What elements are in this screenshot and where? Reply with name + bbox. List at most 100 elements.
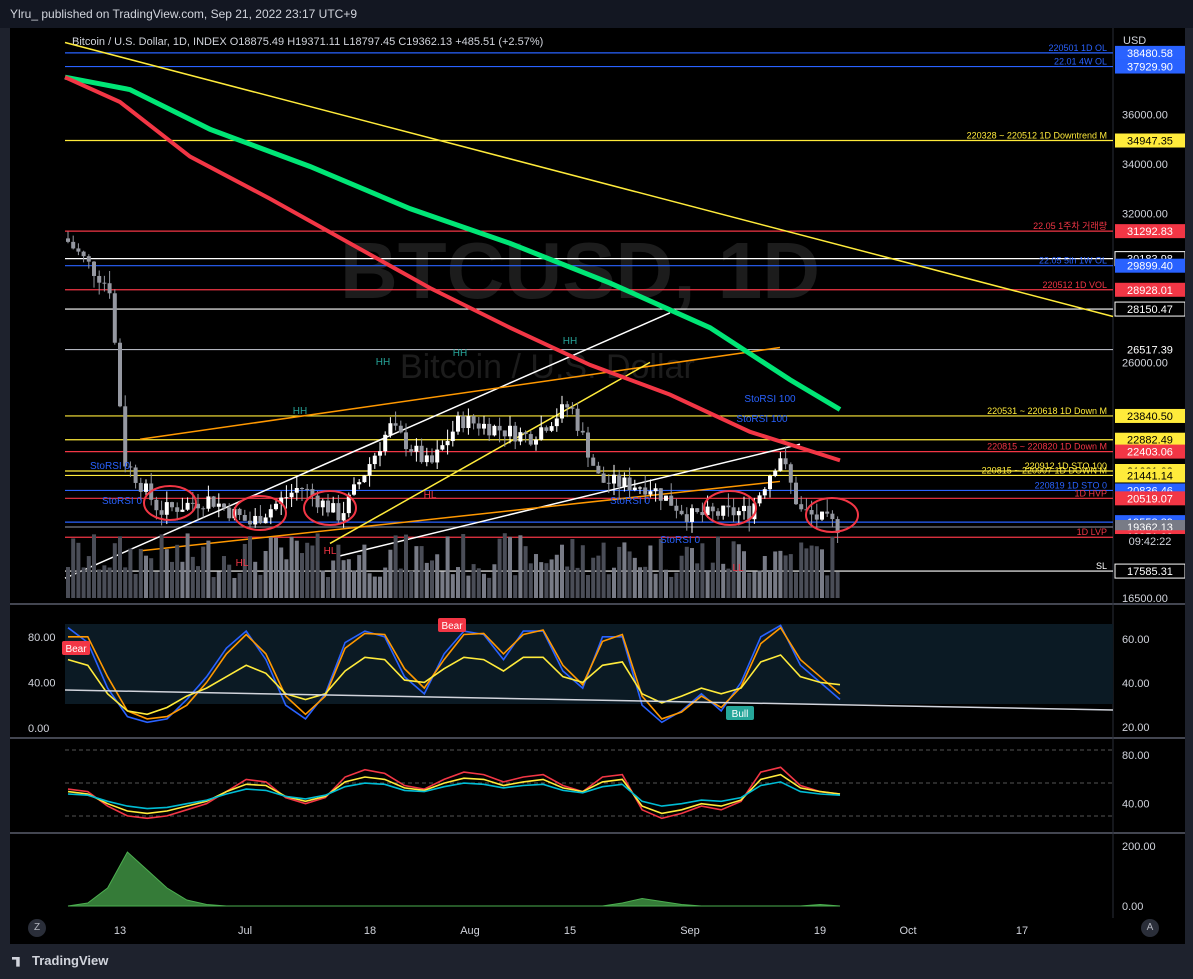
candle-body (268, 509, 273, 518)
currency-label: USD (1123, 35, 1146, 47)
volume-bar (684, 546, 689, 598)
volume-bar (346, 559, 351, 598)
volume-bar (227, 564, 232, 598)
oscillator-panel[interactable]: 80.00 40.00 (65, 749, 1150, 820)
auto-scale-button[interactable]: A (1141, 919, 1159, 937)
candle-body (315, 495, 320, 508)
price-tag-value: 28928.01 (1127, 285, 1173, 297)
candle-body (664, 495, 668, 501)
price-line-label: 1D LVP (1077, 527, 1107, 537)
volume-bar (326, 577, 330, 598)
price-panel[interactable]: 36000.00 34000.00 32000.00 26000.00 16500.00… (64, 41, 1186, 605)
volume-bar (367, 573, 372, 598)
volume-bar (762, 556, 767, 598)
candle-body (762, 489, 767, 496)
candle-body (300, 487, 304, 489)
volume-bar (825, 575, 830, 598)
publish-line: Ylru_ published on TradingView.com, Sep … (10, 7, 358, 21)
volume-bar (502, 533, 507, 598)
volume-bar (305, 542, 310, 598)
signal-label: Bear (441, 621, 463, 632)
candle-body (580, 430, 585, 433)
volume-bar (788, 554, 793, 598)
volume-bar (627, 551, 632, 598)
chart-annotation: HH (293, 406, 307, 417)
volume-bar (393, 535, 398, 598)
volume-bar (648, 545, 653, 598)
stoch-rsi-panel[interactable]: 80.00 40.00 0.00 60.00 40.00 20.00 Bear Bear Bul… (28, 618, 1150, 735)
volume-bar (409, 570, 414, 598)
candle-body (118, 342, 122, 407)
volume-oscillator-panel[interactable]: 200.00 0.00 (67, 841, 1156, 913)
volume-bar (201, 546, 206, 598)
candle-body (669, 495, 674, 506)
volume-bar (596, 555, 601, 598)
candle-body (138, 482, 143, 492)
volume-bar (476, 568, 481, 598)
volume-bar (492, 564, 497, 598)
volume-bar (606, 574, 611, 598)
chart-annotation: HL (324, 546, 337, 557)
volume-bar (783, 555, 788, 598)
candle-body (144, 483, 148, 492)
candle-body (206, 496, 211, 509)
candle-body (742, 505, 746, 512)
tradingview-logo[interactable]: TradingView (12, 953, 108, 968)
volume-bar (154, 572, 159, 598)
volume-bar (66, 567, 70, 598)
candle-body (133, 467, 138, 483)
candle-body (606, 482, 611, 484)
candle-body (799, 504, 804, 510)
volume-bar (612, 567, 616, 598)
price-line-label: 1D HVP (1074, 488, 1107, 498)
volume-bar (773, 551, 778, 598)
chart-frame[interactable]: BTCUSD, 1D Bitcoin / U.S. Dollar Bitcoin… (10, 28, 1186, 944)
candle-body (97, 275, 102, 283)
candle-body (783, 458, 788, 465)
volume-bar (133, 573, 138, 598)
volume-bar (705, 570, 710, 598)
candle-body (549, 426, 554, 431)
volume-bar (768, 570, 772, 598)
volume-bar (378, 576, 382, 598)
volume-bar (554, 554, 559, 598)
volume-bar (86, 556, 91, 598)
candle-body (450, 431, 455, 442)
volume-bar (513, 575, 518, 598)
volume-bar (263, 550, 268, 598)
chart-canvas[interactable]: BTCUSD, 1D Bitcoin / U.S. Dollar Bitcoin… (10, 28, 1186, 944)
volume-bar (398, 568, 403, 598)
price-line-label: 220815 ~ 220907 1D DOWN M (982, 465, 1107, 475)
candle-body (414, 445, 419, 452)
volume-bar (190, 556, 195, 598)
candle-body (788, 464, 793, 483)
candle-body (513, 425, 518, 442)
volume-bar (643, 566, 648, 598)
zoom-button[interactable]: Z (28, 919, 46, 937)
candle-body (497, 425, 502, 431)
symbol-legend: Bitcoin / U.S. Dollar, 1D, INDEX O18875.… (72, 36, 543, 48)
volume-bar (196, 566, 200, 598)
tradingview-mark-icon (12, 956, 20, 967)
candle-body (679, 510, 684, 515)
candle-body (107, 283, 112, 294)
volume-bar (669, 576, 674, 598)
candle-body (86, 256, 91, 262)
time-axis[interactable]: 13 Jul 18 Aug 15 Sep 19 Oct 17 (114, 925, 1028, 937)
candle-body (341, 513, 346, 521)
signal-label: Bear (65, 644, 87, 655)
volume-bar (310, 545, 315, 598)
candle-body (336, 503, 341, 521)
candle-body (591, 457, 596, 466)
chart-annotation: LL (732, 563, 744, 574)
candle-body (284, 497, 289, 499)
volume-bar (76, 542, 81, 598)
price-tag-value: 17585.31 (1127, 566, 1173, 578)
zoom-button-label: Z (33, 922, 41, 933)
candle-body (289, 492, 294, 498)
price-tag-value: 31292.83 (1127, 226, 1173, 238)
candle-body (632, 487, 637, 491)
chart-annotation: HH (453, 348, 467, 359)
volume-bar (539, 562, 544, 598)
candle-body (528, 434, 533, 445)
